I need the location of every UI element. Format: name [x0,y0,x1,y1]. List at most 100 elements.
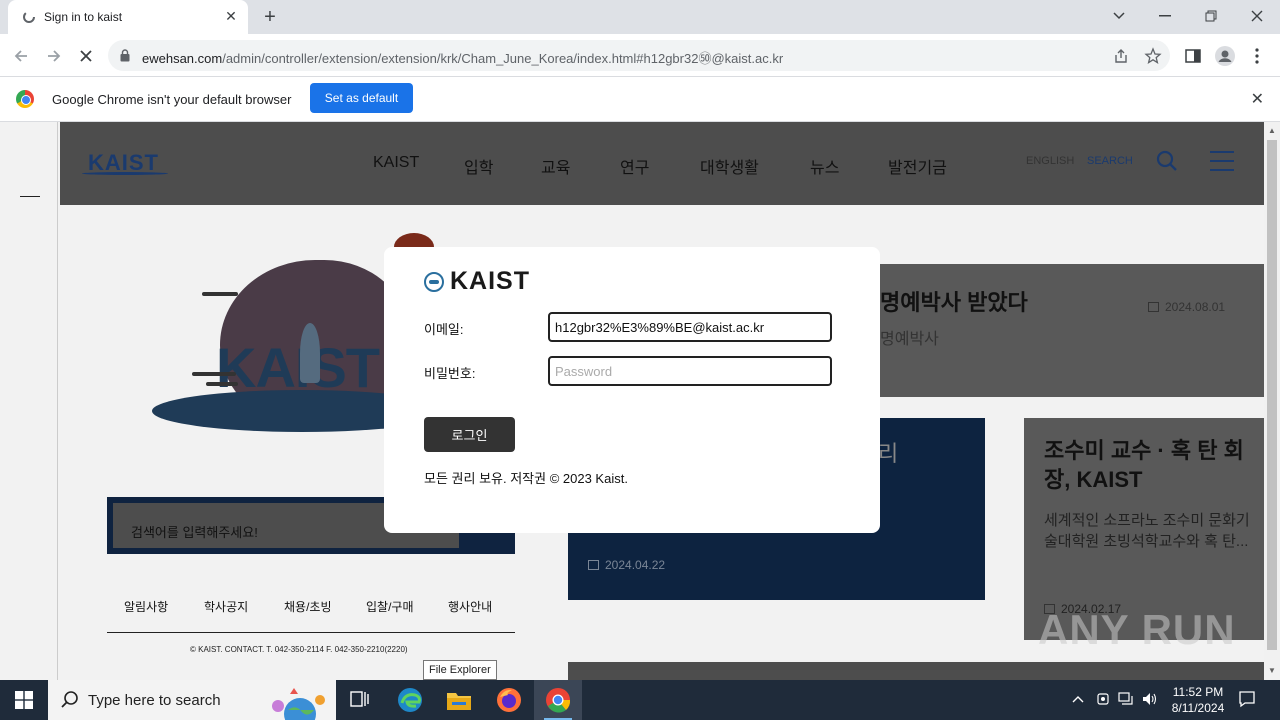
windows-taskbar: Type here to search 11:52 PM 8/11/2024 [0,680,1280,720]
site-logo[interactable]: KAIST [82,150,168,176]
search-icon[interactable] [1156,150,1178,172]
email-label: 이메일: [424,322,464,337]
site-header: KAIST KAIST 입학 교육 연구 대학생활 뉴스 발전기금 ENGLIS… [60,122,1264,205]
tray-device-icon[interactable] [1096,692,1110,709]
bookmark-star-icon[interactable] [1144,47,1162,65]
featured-news-date: 2024.08.01 [1148,300,1225,314]
task-view-icon[interactable] [336,680,384,720]
scroll-up-icon[interactable]: ▲ [1268,126,1276,135]
modal-brand-text: KAIST [450,267,530,295]
new-tab-icon[interactable]: + [258,5,282,29]
volume-icon[interactable] [1142,692,1158,709]
set-as-default-button[interactable]: Set as default [310,83,413,113]
clock-time: 11:52 PM [1172,685,1224,699]
calendar-icon [588,560,599,570]
lock-icon[interactable] [120,49,130,62]
chrome-logo-icon [16,90,34,108]
back-icon[interactable] [8,43,34,69]
taskbar-search-box[interactable]: Type here to search [48,680,336,720]
news-card-body: 세계적인 소프라노 조수미 문화기술대학원 초빙석학교수와 혹 탄... [1044,512,1250,550]
speed-line [202,292,238,296]
news-card-date: 2024.04.22 [588,558,665,572]
quick-link-events[interactable]: 행사안내 [448,598,492,615]
minimize-icon[interactable] [1150,4,1180,28]
calendar-icon [1148,302,1159,312]
taskbar-search-placeholder: Type here to search [88,692,221,709]
left-panel [0,122,58,680]
restore-icon[interactable] [1196,4,1226,28]
default-browser-infobar: Google Chrome isn't your default browser… [0,77,1280,122]
profile-avatar-icon[interactable] [1214,45,1236,67]
stop-loading-icon[interactable] [73,43,99,69]
window-close-icon[interactable] [1242,4,1272,28]
site-search-placeholder: 검색어를 입력해주세요! [131,525,258,540]
firefox-icon[interactable] [485,680,533,720]
login-modal: KAIST 이메일: 비밀번호: 로그인 모든 권리 보유. 저작권 © 202… [384,247,880,533]
menu-kebab-icon[interactable] [1246,45,1268,67]
nav-item-admission[interactable]: 입학 [464,154,493,178]
tray-chevron-up-icon[interactable] [1072,692,1084,706]
page-scrollbar[interactable]: ▲ ▼ [1264,122,1280,680]
chrome-taskbar-icon[interactable] [534,680,582,720]
rocket-icon [300,323,320,383]
footer-divider [107,632,515,633]
nav-item-education[interactable]: 교육 [541,154,570,178]
password-label: 비밀번호: [424,366,476,381]
bottom-band [568,662,1264,680]
browser-tab[interactable]: Sign in to kaist ✕ [8,0,248,34]
menu-dash-icon[interactable] [20,196,40,197]
taskbar-clock[interactable]: 11:52 PM 8/11/2024 [1163,684,1233,716]
nav-item-campus-life[interactable]: 대학생활 [700,154,759,178]
footer-contact: © KAIST. CONTACT. T. 042-350-2114 F. 042… [190,645,408,654]
lang-search-link[interactable]: SEARCH [1087,155,1133,167]
featured-news-subtitle: 명예박사 [880,331,939,348]
quick-link-bidding[interactable]: 입찰/구매 [366,598,414,615]
quick-link-academic[interactable]: 학사공지 [204,598,248,615]
share-icon[interactable] [1112,47,1130,65]
forward-icon[interactable] [41,43,67,69]
clock-date: 8/11/2024 [1171,701,1225,715]
address-bar[interactable]: ewehsan.com/admin/controller/extension/e… [108,40,1170,71]
modal-copyright: 모든 권리 보유. 저작권 © 2023 Kaist. [424,471,628,486]
password-field[interactable] [548,356,832,386]
nav-item-kaist[interactable]: KAIST [373,154,419,172]
anyrun-watermark: ANY RUN [1038,606,1236,653]
modal-brand: KAIST [424,267,530,296]
kaist-emblem-icon [424,271,444,292]
tab-close-icon[interactable]: ✕ [222,7,240,25]
nav-item-news[interactable]: 뉴스 [810,154,839,178]
nav-item-research[interactable]: 연구 [620,154,649,178]
scrollbar-thumb[interactable] [1267,140,1277,650]
login-button[interactable]: 로그인 [424,417,515,452]
email-field[interactable] [548,312,832,342]
file-explorer-icon[interactable] [435,680,483,720]
loading-icon [23,11,35,23]
search-icon [61,691,78,708]
nav-item-donation[interactable]: 발전기금 [888,154,947,178]
speed-line [192,372,236,376]
side-panel-icon[interactable] [1182,45,1204,67]
tab-title: Sign in to kaist [44,10,123,24]
hamburger-menu-icon[interactable] [1210,150,1234,172]
quick-link-notice[interactable]: 알림사항 [124,598,168,615]
hero-logo: KAIST [216,336,380,399]
network-icon[interactable] [1118,692,1134,709]
windows-start-icon[interactable] [0,680,48,720]
quick-link-recruit[interactable]: 채용/초빙 [284,598,332,615]
url-text: ewehsan.com/admin/controller/extension/e… [142,51,784,66]
scroll-down-icon[interactable]: ▼ [1268,666,1276,675]
infobar-close-icon[interactable]: ✕ [1251,89,1264,109]
tab-search-icon[interactable] [1104,4,1134,28]
notification-icon[interactable] [1238,690,1256,711]
search-highlight-globe-icon [272,688,325,720]
news-card-title: 리 [878,441,899,466]
infobar-message: Google Chrome isn't your default browser [52,92,292,107]
browser-toolbar: ewehsan.com/admin/controller/extension/e… [0,34,1280,77]
tab-strip: Sign in to kaist ✕ + [0,0,1280,34]
speed-line [206,382,238,386]
news-card-title: 조수미 교수 · 혹 탄 회장, KAIST [1044,438,1244,492]
lang-english-link[interactable]: ENGLISH [1026,155,1074,167]
edge-browser-icon[interactable] [386,680,434,720]
featured-news-title[interactable]: 명예박사 받았다 [880,285,1028,317]
file-explorer-tooltip: File Explorer [423,660,497,680]
